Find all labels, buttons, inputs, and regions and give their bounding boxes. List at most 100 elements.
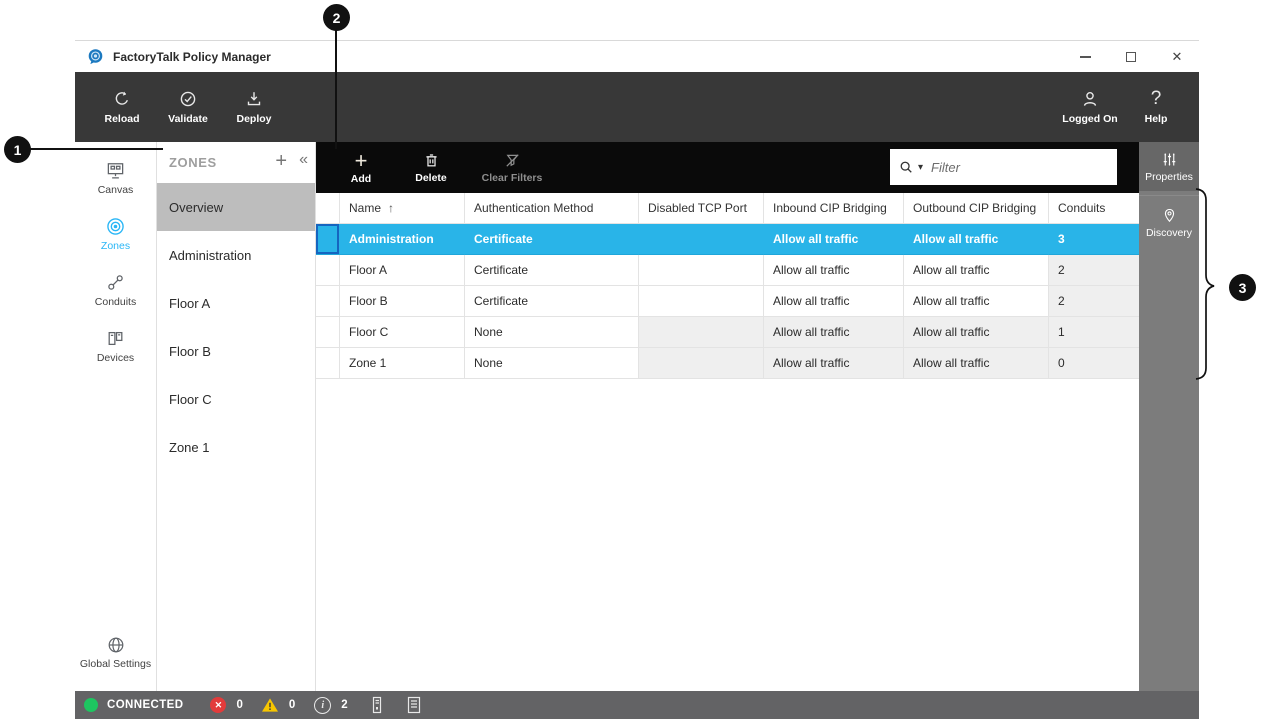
zone-item-label: Floor A — [169, 296, 210, 311]
cell-outbound: Allow all traffic — [904, 348, 1049, 379]
clear-filters-button[interactable]: Clear Filters — [466, 142, 558, 193]
window-controls: ✕ — [1077, 41, 1185, 72]
factorytalk-logo-icon — [87, 48, 104, 65]
cell-conduits: 0 — [1049, 348, 1139, 379]
table-row-zone-1[interactable]: Zone 1 None Allow all traffic Allow all … — [316, 348, 1139, 379]
zone-list-item-zone-1[interactable]: Zone 1 — [157, 423, 315, 471]
delete-button[interactable]: Delete — [396, 142, 466, 193]
callout-3: 3 — [1229, 274, 1256, 301]
content-area: Canvas Zones — [75, 142, 1199, 691]
header-cell-disabled-tcp[interactable]: Disabled TCP Port — [639, 193, 764, 224]
row-selector-cell[interactable] — [316, 224, 340, 255]
properties-icon — [1161, 151, 1178, 168]
table-row-floor-b[interactable]: Floor B Certificate Allow all traffic Al… — [316, 286, 1139, 317]
warning-icon[interactable] — [261, 697, 279, 713]
table-row-administration[interactable]: Administration Certificate Allow all tra… — [316, 224, 1139, 255]
collapse-panel-icon[interactable]: « — [299, 151, 308, 169]
filter-caret-icon[interactable]: ▾ — [918, 162, 923, 173]
zones-panel-header: ZONES + « — [157, 142, 315, 183]
zone-list-item-administration[interactable]: Administration — [157, 231, 315, 279]
minimize-button[interactable] — [1077, 49, 1093, 65]
header-cell-auth[interactable]: Authentication Method — [465, 193, 639, 224]
add-button[interactable]: + Add — [326, 142, 396, 193]
info-count: 2 — [341, 699, 347, 711]
nav-label-zones: Zones — [101, 240, 130, 252]
zone-list-item-floor-c[interactable]: Floor C — [157, 375, 315, 423]
zone-item-label: Overview — [169, 200, 223, 215]
logged-on-label: Logged On — [1062, 113, 1117, 125]
close-icon: ✕ — [1172, 50, 1183, 63]
callout-1-line — [29, 148, 163, 150]
nav-label-global-settings: Global Settings — [80, 658, 151, 670]
help-button[interactable]: ? Help — [1123, 72, 1189, 142]
zones-panel: ZONES + « Overview Administration Floor … — [157, 142, 316, 691]
row-selector-cell[interactable] — [316, 348, 340, 379]
cell-disabled-tcp — [639, 286, 764, 317]
window-title: FactoryTalk Policy Manager — [113, 50, 271, 64]
validate-button[interactable]: Validate — [155, 72, 221, 142]
close-button[interactable]: ✕ — [1169, 49, 1185, 65]
canvas-icon — [105, 160, 126, 181]
info-icon[interactable]: i — [314, 697, 331, 714]
cell-conduits: 3 — [1049, 224, 1139, 255]
cell-outbound: Allow all traffic — [904, 255, 1049, 286]
nav-item-canvas[interactable]: Canvas — [75, 151, 156, 207]
error-icon[interactable]: ✕ — [210, 697, 226, 713]
cell-outbound: Allow all traffic — [904, 224, 1049, 255]
status-bar: CONNECTED ✕ 0 0 i 2 — [75, 691, 1199, 719]
deploy-button[interactable]: Deploy — [221, 72, 287, 142]
zone-list-item-floor-a[interactable]: Floor A — [157, 279, 315, 327]
logged-on-button[interactable]: Logged On — [1057, 72, 1123, 142]
app-toolbar: Reload Validate — [75, 72, 1199, 142]
row-selector-cell[interactable] — [316, 317, 340, 348]
table-row-floor-c[interactable]: Floor C None Allow all traffic Allow all… — [316, 317, 1139, 348]
cell-inbound: Allow all traffic — [764, 286, 904, 317]
reload-button[interactable]: Reload — [89, 72, 155, 142]
cell-inbound: Allow all traffic — [764, 317, 904, 348]
cell-name: Floor B — [340, 286, 465, 317]
maximize-button[interactable] — [1123, 49, 1139, 65]
search-icon — [898, 159, 915, 176]
cell-inbound: Allow all traffic — [764, 348, 904, 379]
zone-list-item-overview[interactable]: Overview — [157, 183, 315, 231]
cell-conduits: 2 — [1049, 286, 1139, 317]
nav-label-conduits: Conduits — [95, 296, 136, 308]
conduits-icon — [105, 272, 126, 293]
reload-label: Reload — [104, 113, 139, 125]
connection-status-icon — [84, 698, 98, 712]
add-zone-icon[interactable]: + — [275, 150, 287, 173]
cell-conduits: 1 — [1049, 317, 1139, 348]
callout-2-line — [335, 30, 337, 149]
user-icon — [1080, 89, 1100, 109]
header-cell-inbound[interactable]: Inbound CIP Bridging — [764, 193, 904, 224]
connection-status-label: CONNECTED — [107, 699, 183, 711]
reload-icon — [112, 89, 132, 109]
title-bar: FactoryTalk Policy Manager ✕ — [75, 41, 1199, 72]
global-settings-icon — [106, 635, 126, 655]
callout-1: 1 — [4, 136, 31, 163]
header-cell-conduits[interactable]: Conduits — [1049, 193, 1139, 224]
cell-disabled-tcp — [639, 317, 764, 348]
table-row-floor-a[interactable]: Floor A Certificate Allow all traffic Al… — [316, 255, 1139, 286]
cell-auth: Certificate — [465, 286, 639, 317]
nav-item-zones[interactable]: Zones — [75, 207, 156, 263]
report-document-icon[interactable] — [406, 696, 422, 714]
right-side-panel: Properties Discovery — [1139, 142, 1199, 691]
cell-auth: Certificate — [465, 224, 639, 255]
cell-inbound: Allow all traffic — [764, 255, 904, 286]
nav-item-conduits[interactable]: Conduits — [75, 263, 156, 319]
zone-item-label: Floor B — [169, 344, 211, 359]
filter-input[interactable] — [931, 160, 1109, 175]
callout-3-brace — [1192, 183, 1220, 385]
nav-item-devices[interactable]: Devices — [75, 319, 156, 375]
discovery-button[interactable]: Discovery — [1139, 195, 1199, 250]
row-selector-cell[interactable] — [316, 286, 340, 317]
header-cell-outbound[interactable]: Outbound CIP Bridging — [904, 193, 1049, 224]
deploy-icon — [244, 89, 264, 109]
nav-item-global-settings[interactable]: Global Settings — [75, 633, 156, 683]
row-selector-cell[interactable] — [316, 255, 340, 286]
properties-button[interactable]: Properties — [1139, 142, 1199, 191]
device-status-icon[interactable] — [369, 696, 385, 714]
header-cell-name[interactable]: Name↑ — [340, 193, 465, 224]
zone-list-item-floor-b[interactable]: Floor B — [157, 327, 315, 375]
